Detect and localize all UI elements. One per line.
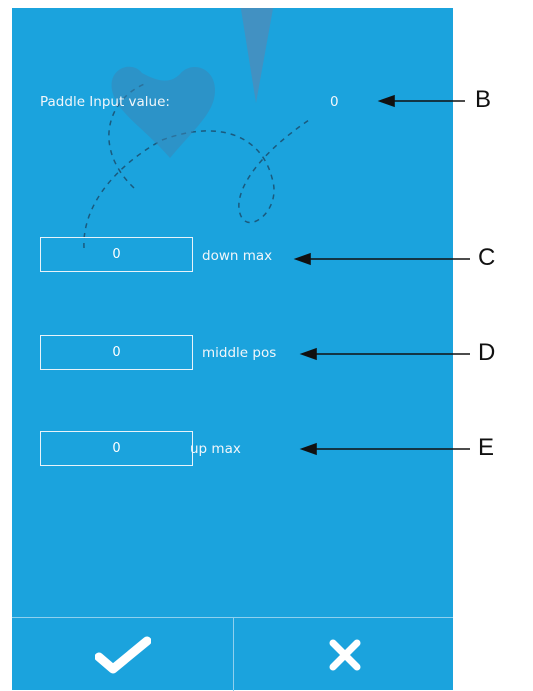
callout-c: C (478, 244, 496, 271)
callout-e: E (478, 434, 495, 461)
callout-d: D (478, 339, 496, 366)
callout-arrows (293, 94, 470, 456)
callout-b: B (475, 86, 492, 113)
